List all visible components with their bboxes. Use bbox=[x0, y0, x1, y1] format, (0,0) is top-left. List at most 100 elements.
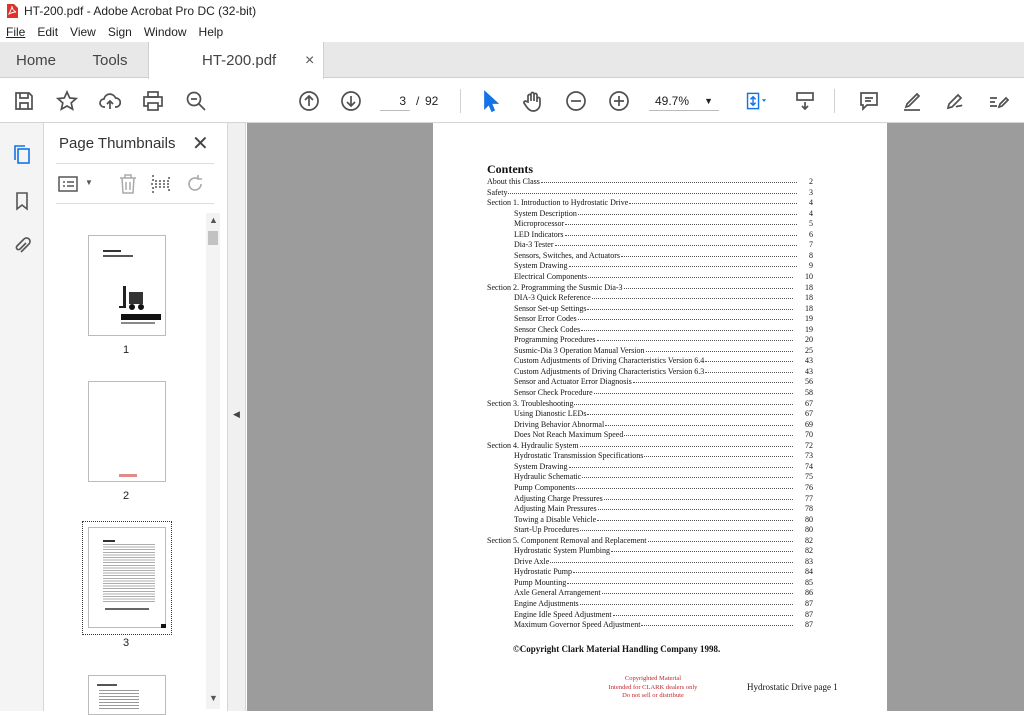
toc-row[interactable]: System Drawing 74 bbox=[487, 462, 813, 472]
toc-row[interactable]: Custom Adjustments of Driving Characteri… bbox=[487, 367, 813, 377]
toc-row[interactable]: Susmic-Dia 3 Operation Manual Version 25 bbox=[487, 346, 813, 356]
toc-row[interactable]: LED Indicators 6 bbox=[487, 230, 813, 240]
menu-edit[interactable]: Edit bbox=[37, 25, 58, 39]
page-thumbnails-panel: Page Thumbnails ✕ ▼ 1 2 3 ▲ ▼ bbox=[44, 123, 228, 715]
toc-row[interactable]: Does Not Reach Maximum Speed 70 bbox=[487, 430, 813, 440]
toc-leader-dots bbox=[576, 487, 793, 489]
collapse-panel-icon[interactable]: ◀ bbox=[233, 409, 240, 420]
toc-row[interactable]: Adjusting Main Pressures 78 bbox=[487, 504, 813, 514]
previous-page-icon[interactable] bbox=[295, 87, 323, 115]
toc-row[interactable]: Pump Components 76 bbox=[487, 483, 813, 493]
toc-row[interactable]: Custom Adjustments of Driving Characteri… bbox=[487, 356, 813, 366]
menu-help[interactable]: Help bbox=[199, 25, 224, 39]
toc-row[interactable]: Engine Adjustments 87 bbox=[487, 599, 813, 609]
toc-entry-title: Driving Behavior Abnormal bbox=[514, 419, 605, 429]
toc-row[interactable]: Drive Axle 83 bbox=[487, 557, 813, 567]
menu-view[interactable]: View bbox=[70, 25, 96, 39]
toc-row[interactable]: Sensor and Actuator Error Diagnosis 56 bbox=[487, 377, 813, 387]
toc-row[interactable]: Axle General Arrangement 86 bbox=[487, 588, 813, 598]
menu-window[interactable]: Window bbox=[144, 25, 187, 39]
toc-row[interactable]: Pump Mounting 85 bbox=[487, 578, 813, 588]
close-panel-icon[interactable]: ✕ bbox=[192, 131, 209, 156]
toc-row[interactable]: About this Class 2 bbox=[487, 177, 813, 187]
thumbnail-scrollbar[interactable]: ▲ ▼ bbox=[206, 213, 220, 709]
page-number-input[interactable]: 3 bbox=[380, 91, 410, 111]
toc-row[interactable]: Sensor Error Codes 19 bbox=[487, 314, 813, 324]
scrollbar-thumb[interactable] bbox=[208, 231, 218, 245]
toc-row[interactable]: Section 3. Troubleshooting 67 bbox=[487, 399, 813, 409]
toc-row[interactable]: Section 5. Component Removal and Replace… bbox=[487, 536, 813, 546]
toc-row[interactable]: System Description 4 bbox=[487, 209, 813, 219]
bookmarks-icon[interactable] bbox=[10, 189, 34, 213]
page-thumbnails-icon[interactable] bbox=[10, 143, 34, 167]
print-icon[interactable] bbox=[139, 87, 167, 115]
toc-row[interactable]: Start-Up Procedures 80 bbox=[487, 525, 813, 535]
insert-page-icon[interactable] bbox=[150, 173, 172, 200]
scroll-up-icon[interactable]: ▲ bbox=[209, 215, 218, 225]
toc-row[interactable]: Using Dianostic LEDs 67 bbox=[487, 409, 813, 419]
select-cursor-icon[interactable] bbox=[476, 87, 504, 115]
fill-sign-icon[interactable] bbox=[984, 87, 1012, 115]
document-canvas[interactable]: Contents About this Class 2 Safety 3 Section… bbox=[247, 123, 1024, 711]
toc-row[interactable]: Engine Idle Speed Adjustment 87 bbox=[487, 610, 813, 620]
toc-row[interactable]: Hydrostatic Pump 84 bbox=[487, 567, 813, 577]
toc-entry-title: Does Not Reach Maximum Speed bbox=[514, 430, 624, 440]
toc-row[interactable]: Microprocessor 5 bbox=[487, 219, 813, 229]
toc-row[interactable]: Sensor Set-up Settings 18 bbox=[487, 304, 813, 314]
tab-close-icon[interactable]: × bbox=[305, 52, 314, 70]
toc-entry-title: Towing a Disable Vehicle bbox=[514, 514, 597, 524]
zoom-out-icon[interactable] bbox=[562, 87, 590, 115]
total-pages: 92 bbox=[425, 94, 439, 108]
fit-page-icon[interactable] bbox=[738, 87, 774, 115]
toc-row[interactable]: Electrical Components 10 bbox=[487, 272, 813, 282]
search-zoom-icon[interactable] bbox=[182, 87, 210, 115]
toc-row[interactable]: Sensors, Switches, and Actuators 8 bbox=[487, 251, 813, 261]
sign-pen-icon[interactable] bbox=[941, 87, 969, 115]
toc-row[interactable]: Section 4. Hydraulic System 72 bbox=[487, 441, 813, 451]
page-thumbnail-4[interactable] bbox=[88, 675, 166, 715]
scroll-mode-icon[interactable] bbox=[791, 87, 819, 115]
rotate-page-icon[interactable] bbox=[184, 173, 206, 200]
scroll-down-icon[interactable]: ▼ bbox=[209, 693, 218, 703]
menu-file[interactable]: File bbox=[6, 25, 25, 39]
page-thumbnail-1[interactable] bbox=[88, 235, 166, 336]
zoom-in-icon[interactable] bbox=[605, 87, 633, 115]
menu-sign[interactable]: Sign bbox=[108, 25, 132, 39]
toc-row[interactable]: Sensor Check Codes 19 bbox=[487, 325, 813, 335]
panel-splitter[interactable]: ◀ bbox=[228, 123, 246, 711]
toc-row[interactable]: Dia-3 Tester 7 bbox=[487, 240, 813, 250]
toc-row[interactable]: Hydrostatic System Plumbing 82 bbox=[487, 546, 813, 556]
page-thumbnail-2[interactable] bbox=[88, 381, 166, 482]
toc-row[interactable]: Sensor Check Procedure 58 bbox=[487, 388, 813, 398]
toc-row[interactable]: Hydraulic Schematic 75 bbox=[487, 472, 813, 482]
save-icon[interactable] bbox=[10, 87, 38, 115]
tab-home[interactable]: Home bbox=[0, 42, 72, 78]
highlight-pen-icon[interactable] bbox=[898, 87, 926, 115]
toc-row[interactable]: Towing a Disable Vehicle 80 bbox=[487, 515, 813, 525]
toc-row[interactable]: Programming Procedures 20 bbox=[487, 335, 813, 345]
thumbnail-options-icon[interactable]: ▼ bbox=[58, 175, 98, 197]
zoom-dropdown[interactable]: 49.7% ▼ bbox=[649, 91, 719, 111]
toc-row[interactable]: System Drawing 9 bbox=[487, 261, 813, 271]
next-page-icon[interactable] bbox=[337, 87, 365, 115]
delete-page-icon[interactable] bbox=[118, 173, 138, 200]
toc-row[interactable]: Hydrostatic Transmission Specifications 7… bbox=[487, 451, 813, 461]
toc-row[interactable]: Maximum Governor Speed Adjustment 87 bbox=[487, 620, 813, 630]
comment-icon[interactable] bbox=[855, 87, 883, 115]
toc-row[interactable]: Driving Behavior Abnormal 69 bbox=[487, 420, 813, 430]
bookmark-star-icon[interactable] bbox=[53, 87, 81, 115]
toc-row[interactable]: Section 2. Programming the Susmic Dia-3 1… bbox=[487, 283, 813, 293]
toc-entry-title: System Drawing bbox=[514, 261, 568, 271]
page-thumbnail-3[interactable] bbox=[88, 527, 166, 628]
upload-cloud-icon[interactable] bbox=[96, 87, 124, 115]
toc-row[interactable]: Section 1. Introduction to Hydrostatic D… bbox=[487, 198, 813, 208]
main-toolbar: 3 / 92 49.7% ▼ bbox=[0, 79, 1024, 123]
hand-tool-icon[interactable] bbox=[519, 87, 547, 115]
tab-document[interactable]: HT-200.pdf × bbox=[148, 42, 324, 79]
toc-row[interactable]: Safety 3 bbox=[487, 188, 813, 198]
attachments-icon[interactable] bbox=[10, 234, 34, 258]
tab-tools[interactable]: Tools bbox=[72, 42, 148, 78]
toc-leader-dots bbox=[621, 255, 797, 257]
toc-row[interactable]: DIA-3 Quick Reference 18 bbox=[487, 293, 813, 303]
toc-row[interactable]: Adjusting Charge Pressures 77 bbox=[487, 494, 813, 504]
